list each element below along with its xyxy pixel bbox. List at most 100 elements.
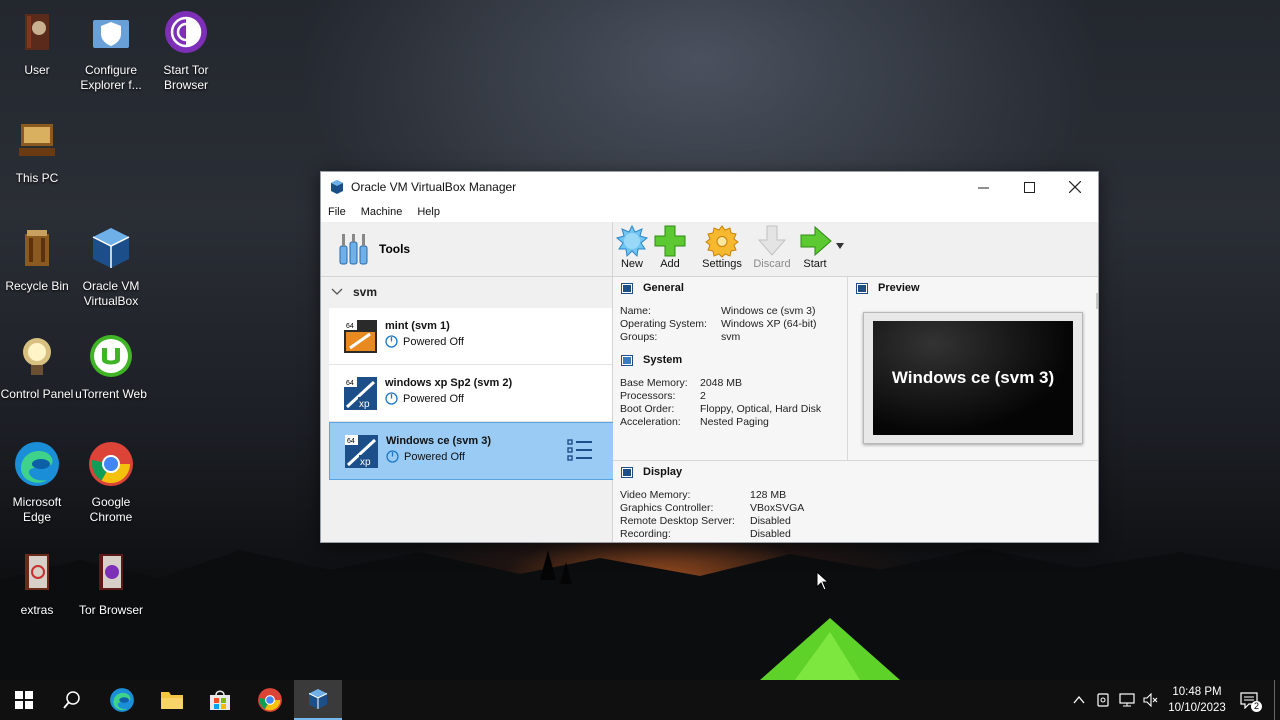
virtualbox-icon [331,180,343,194]
show-hidden-icons-button[interactable] [1068,680,1090,720]
system-section-header[interactable]: System [621,354,682,366]
desktop-icon-recycle-bin[interactable]: Recycle Bin [0,224,74,294]
user-folder-icon [25,14,49,50]
desktop-icon-edge[interactable]: Microsoft Edge [0,440,74,525]
desktop-icon-control-panel[interactable]: Control Panel [0,332,74,402]
general-key: Name: [620,305,651,317]
display-key-remote-desktop: Remote Desktop Server: [620,515,735,527]
tray-network[interactable] [1116,680,1138,720]
tray-volume[interactable] [1140,680,1162,720]
general-title: General [643,282,684,294]
general-section-header[interactable]: General [621,282,684,294]
start-button[interactable]: Start [799,224,832,270]
desktop-icon-tor-browser[interactable]: Tor Browser [74,548,148,618]
vm-group-svm[interactable]: svm [321,277,612,307]
tools-item[interactable]: Tools [321,222,612,277]
taskbar-chrome[interactable] [246,680,294,720]
vm-item-windows-xp-sp2[interactable]: xp 64 windows xp Sp2 (svm 2) Powered Off [329,365,612,422]
menu-help[interactable]: Help [410,206,448,218]
os-badge-icon: xp 64 [344,377,377,410]
general-value-os: Windows XP (64-bit) [721,318,817,330]
menu-machine[interactable]: Machine [354,206,411,218]
details-scrollbar-thumb[interactable] [1096,293,1098,309]
taskbar-virtualbox[interactable] [294,680,342,720]
settings-button[interactable]: Settings [699,224,745,270]
maximize-button[interactable] [1006,172,1052,202]
general-key: Operating System: [620,318,707,330]
taskbar: 10:48 PM 10/10/2023 2 [0,680,1280,720]
display-value-video-memory: 128 MB [750,489,787,501]
close-icon [1069,181,1081,193]
minimize-button[interactable] [960,172,1006,202]
vm-state: Powered Off [385,392,464,405]
tor-book-icon [99,554,123,590]
add-button-label: Add [660,258,680,270]
mouse-cursor-icon [816,571,830,591]
desktop-icon-user[interactable]: User [0,8,74,78]
desktop-icon-label: Oracle VM VirtualBox [82,279,140,308]
shield-folder-icon [93,20,129,48]
os-badge-icon: xp 64 [345,435,378,468]
desktop-icon-start-tor-browser[interactable]: Start Tor Browser [149,8,223,93]
machine-toolbar: New Add Settings Discard Start [613,222,1098,277]
start-dropdown-icon[interactable] [836,243,844,249]
desktop-icon-label: This PC [15,171,59,185]
desktop-icon-this-pc[interactable]: This PC [0,116,74,186]
display-key-recording: Recording: [620,528,671,540]
tray-device[interactable] [1092,680,1114,720]
new-button[interactable]: New [615,224,649,270]
lightbulb-icon [23,338,51,375]
desktop-icon-label: Configure Explorer f... [80,63,142,92]
discard-button[interactable]: Discard [751,224,793,270]
taskbar-file-explorer[interactable] [148,680,196,720]
system-chip-icon [621,354,633,366]
gear-icon [705,225,739,258]
close-button[interactable] [1052,172,1098,202]
power-off-icon [386,450,399,463]
system-title: System [643,354,683,366]
chevron-down-icon [331,288,343,295]
taskbar-edge[interactable] [98,680,146,720]
add-button[interactable]: Add [653,224,687,270]
general-row-groups: Groups: [620,331,657,344]
landscape-silhouette [0,548,1280,680]
recycle-bin-icon [25,230,49,266]
vm-item-mint[interactable]: 64 mint (svm 1) Powered Off [329,308,612,365]
system-key-processors: Processors: [620,390,676,402]
taskbar-clock[interactable]: 10:48 PM 10/10/2023 [1160,684,1234,716]
new-button-label: New [620,258,643,270]
show-desktop-button[interactable] [1274,680,1275,720]
vm-name: Windows ce (svm 3) [386,435,492,447]
desktop-icon-chrome[interactable]: Google Chrome [74,440,148,525]
vm-state: Powered Off [385,335,464,348]
desktop-icon-virtualbox[interactable]: Oracle VM VirtualBox [74,224,148,309]
window-titlebar[interactable]: Oracle VM VirtualBox Manager [321,172,1098,202]
desktop-icon-utorrent[interactable]: uTorrent Web [74,332,148,402]
search-button[interactable] [48,680,96,720]
taskbar-store[interactable] [196,680,244,720]
folder-icon [161,692,183,709]
desktop-icon-configure-explorer[interactable]: Configure Explorer f... [74,8,148,93]
desktop-icon-label: Start Tor Browser [163,63,209,92]
discard-arrow-icon [757,225,787,256]
menu-file[interactable]: File [321,206,354,218]
minimize-icon [977,187,989,188]
group-name: svm [353,285,378,299]
display-section-header[interactable]: Display [621,466,682,478]
new-machine-icon [615,224,649,258]
svg-text:64: 64 [346,380,354,387]
vm-list-pane: Tools svm 64 mint (svm 1) Powered Off xp… [321,222,614,542]
power-off-icon [385,392,398,405]
system-key-memory: Base Memory: [620,377,688,389]
start-menu-button[interactable] [0,680,48,720]
vm-item-windows-ce[interactable]: xp 64 Windows ce (svm 3) Powered Off [329,422,614,480]
vm-details-menu-icon[interactable] [567,438,593,462]
general-key: Groups: [620,331,658,343]
display-title: Display [643,466,683,478]
preview-section-header[interactable]: Preview [856,282,920,294]
clock-time: 10:48 PM [1172,686,1222,698]
action-center-button[interactable]: 2 [1234,680,1264,720]
virtualbox-icon [308,689,328,709]
network-icon [1119,693,1135,707]
desktop-icon-extras[interactable]: extras [0,548,74,618]
